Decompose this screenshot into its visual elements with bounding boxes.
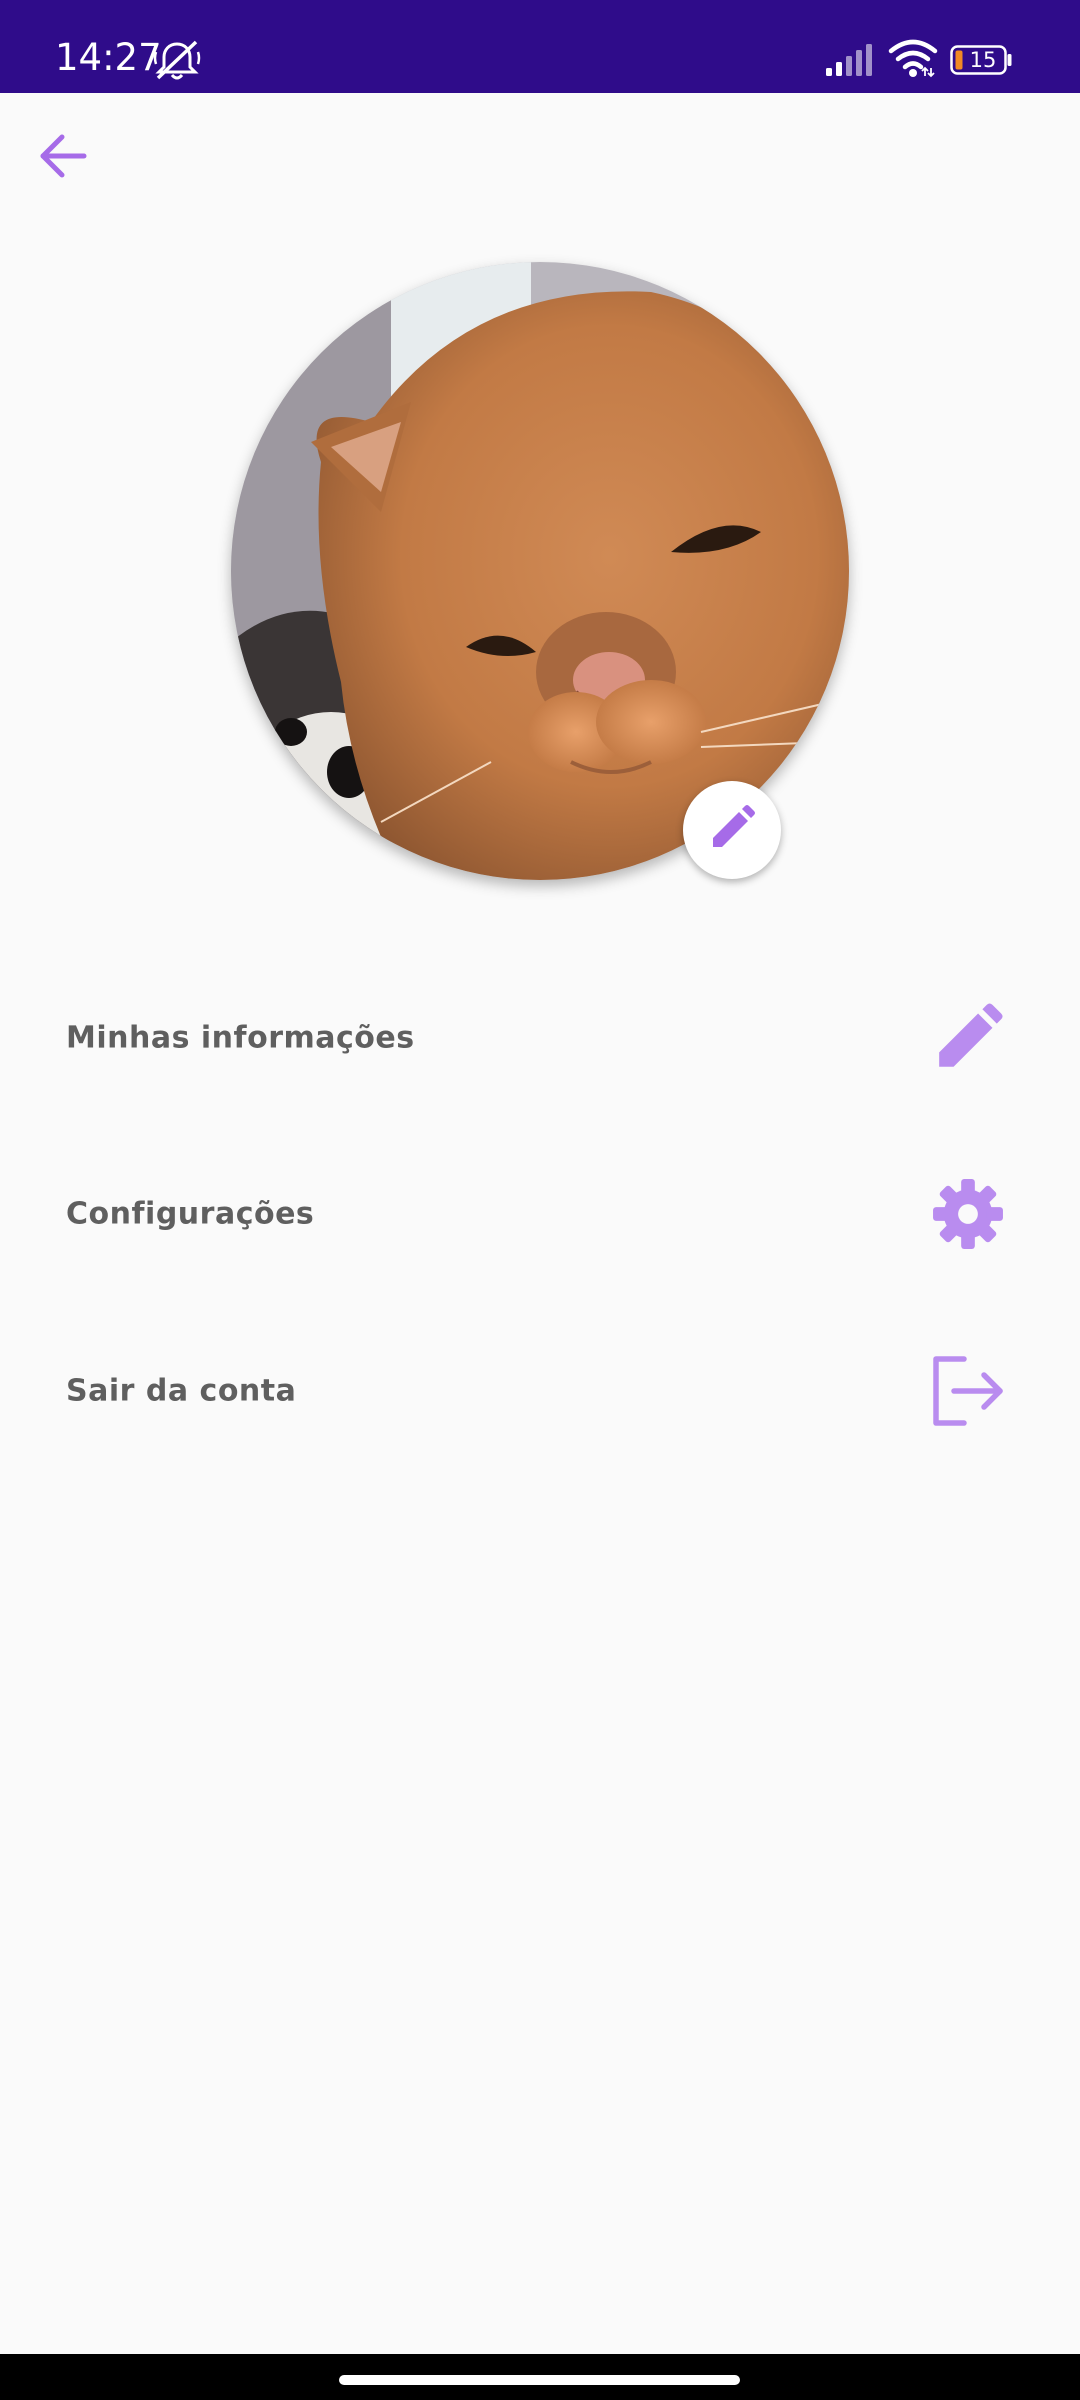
edit-photo-button[interactable] [683, 781, 781, 879]
gear-icon [928, 1174, 1008, 1254]
back-button[interactable] [30, 125, 96, 191]
logout-icon [928, 1351, 1008, 1431]
status-time: 14:27 [55, 36, 162, 79]
menu-item-label: Sair da conta [66, 1373, 297, 1409]
signal-icon [825, 42, 877, 76]
menu-item-settings[interactable]: Configurações [0, 1139, 1080, 1289]
bell-off-icon [152, 38, 202, 82]
pencil-icon [707, 803, 757, 857]
menu-item-my-info[interactable]: Minhas informações [0, 963, 1080, 1113]
battery-icon: 15 [950, 45, 1013, 77]
battery-level: 15 [969, 48, 997, 72]
menu-item-label: Minhas informações [66, 1020, 415, 1056]
system-nav-bar [0, 2354, 1080, 2400]
status-bar: 14:27 15 [0, 0, 1080, 93]
pencil-icon [928, 998, 1008, 1078]
menu-item-logout[interactable]: Sair da conta [0, 1316, 1080, 1466]
home-gesture-handle[interactable] [339, 2375, 740, 2385]
menu-item-label: Configurações [66, 1196, 315, 1232]
arrow-left-icon [38, 133, 88, 183]
wifi-icon [888, 38, 938, 78]
